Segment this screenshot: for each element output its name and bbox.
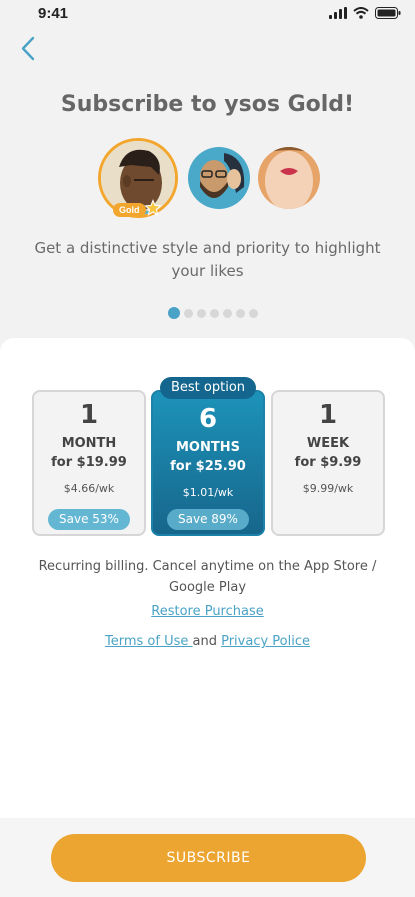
plan-card-1-month[interactable]: 1 MONTH for $19.99 $4.66/wk Save 53% xyxy=(32,390,146,536)
page-title: Subscribe to ysos Gold! xyxy=(60,92,355,117)
status-time: 9:41 xyxy=(38,4,69,22)
restore-purchase-link[interactable]: Restore Purchase xyxy=(0,604,415,619)
carousel-dot[interactable] xyxy=(168,307,180,319)
avatar-woman-user xyxy=(258,147,320,209)
plan-price: for $19.99 xyxy=(51,455,127,470)
carousel-dot[interactable] xyxy=(249,308,258,318)
privacy-policy-link[interactable]: Privacy Police xyxy=(221,634,310,649)
carousel-dot[interactable] xyxy=(223,308,232,318)
battery-icon xyxy=(375,7,401,19)
terms-of-use-link[interactable]: Terms of Use xyxy=(105,634,193,649)
plan-price: for $25.90 xyxy=(170,459,246,474)
legal-links: Terms of Use and Privacy Police xyxy=(0,634,415,649)
carousel-dot[interactable] xyxy=(210,308,219,318)
avatar-bearded-user xyxy=(188,147,250,209)
plan-weekly-price: $4.66/wk xyxy=(63,482,115,495)
carousel-dots xyxy=(0,307,415,319)
status-bar: 9:41 xyxy=(0,0,415,26)
plan-number: 6 xyxy=(198,404,218,434)
legal-and-text: and xyxy=(192,634,222,649)
carousel-dot[interactable] xyxy=(184,308,193,318)
status-icons xyxy=(329,7,401,19)
plan-number: 1 xyxy=(318,400,338,430)
plan-weekly-price: $1.01/wk xyxy=(182,486,234,499)
carousel-dot[interactable] xyxy=(236,308,245,318)
save-badge: Save 89% xyxy=(167,509,249,530)
billing-note: Recurring billing. Cancel anytime on the… xyxy=(38,559,377,595)
plan-price: for $9.99 xyxy=(294,455,362,470)
plan-weekly-price: $9.99/wk xyxy=(302,482,354,495)
avatar-row xyxy=(0,138,415,218)
star-icon xyxy=(144,199,162,216)
plan-unit: MONTH xyxy=(61,436,117,451)
plan-unit: WEEK xyxy=(306,436,350,451)
plan-unit: MONTHS xyxy=(176,440,240,455)
signal-icon xyxy=(329,7,347,19)
plan-card-6-months[interactable]: 6 MONTHS for $25.90 $1.01/wk Save 89% xyxy=(151,390,265,536)
subscribe-button[interactable]: SUBSCRIBE xyxy=(51,834,366,882)
save-badge: Save 53% xyxy=(48,509,130,530)
chevron-left-icon xyxy=(21,36,35,61)
back-button[interactable] xyxy=(16,34,42,64)
wifi-icon xyxy=(353,7,369,19)
carousel-dot[interactable] xyxy=(197,308,206,318)
subtitle: Get a distinctive style and priority to … xyxy=(34,239,381,280)
best-option-badge: Best option xyxy=(160,377,256,399)
plan-card-1-week[interactable]: 1 WEEK for $9.99 $9.99/wk xyxy=(271,390,385,536)
gold-badge: Gold xyxy=(113,203,146,217)
plan-number: 1 xyxy=(79,400,99,430)
